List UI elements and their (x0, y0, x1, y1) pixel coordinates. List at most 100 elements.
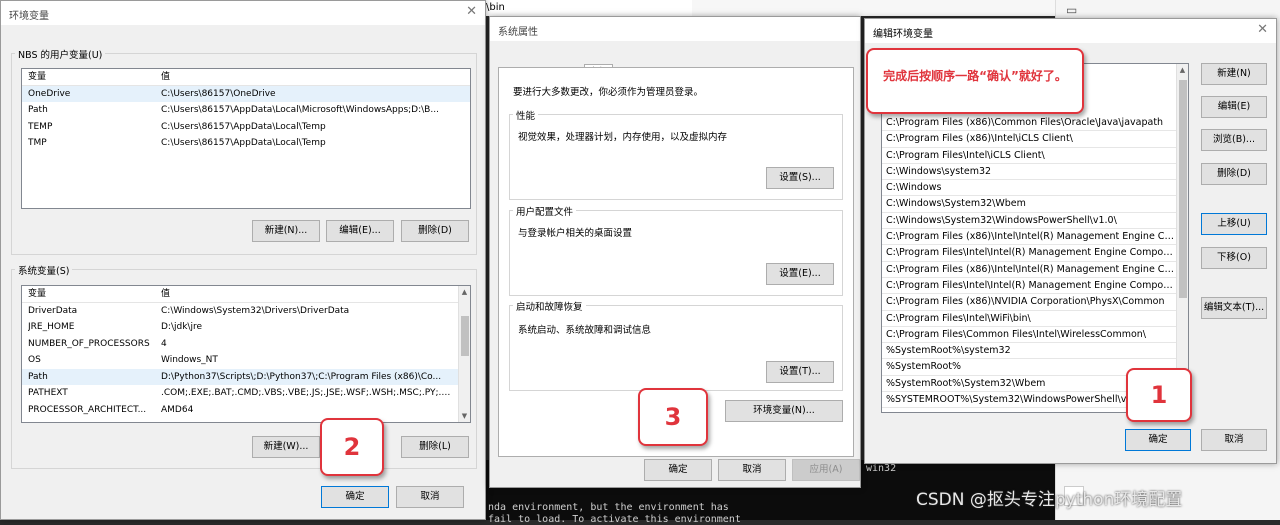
list-item[interactable]: C:\Program Files\Intel\Intel(R) Manageme… (882, 278, 1176, 295)
list-item[interactable]: C:\Program Files (x86)\Intel\iCLS Client… (882, 131, 1176, 148)
table-row[interactable]: DriverData C:\Windows\System32\Drivers\Dr… (22, 303, 470, 320)
group-label: 性能 (513, 108, 539, 122)
sysprop-cancel-button[interactable]: 取消 (718, 459, 786, 481)
performance-settings-button[interactable]: 设置(S)... (766, 167, 834, 189)
env-ok-button[interactable]: 确定 (321, 486, 389, 508)
startup-recovery-group: 启动和故障恢复 系统启动、系统故障和调试信息 设置(T)... (509, 299, 843, 391)
move-down-button[interactable]: 下移(O) (1201, 247, 1267, 269)
watermark: CSDN @抠头专注python环境配置 (916, 490, 1183, 510)
startup-settings-button[interactable]: 设置(T)... (766, 361, 834, 383)
new-user-var-button[interactable]: 新建(N)... (252, 220, 320, 242)
list-item[interactable]: C:\Program Files (x86)\NVIDIA Corporatio… (882, 294, 1176, 311)
column-header-value[interactable]: 值 (161, 286, 451, 303)
profile-settings-button[interactable]: 设置(E)... (766, 263, 834, 285)
env-vars-window: 环境变量 ✕ NBS 的用户变量(U) 变量 值 OneDrive C:\User… (0, 0, 486, 520)
var-name: OS (28, 355, 41, 365)
new-path-button[interactable]: 新建(N) (1201, 63, 1267, 85)
list-item[interactable]: C:\Program Files\Intel\iCLS Client\ (882, 148, 1176, 164)
user-profile-group: 用户配置文件 与登录帐户相关的桌面设置 设置(E)... (509, 204, 843, 296)
user-vars-list[interactable]: 变量 值 OneDrive C:\Users\86157\OneDrive Path… (21, 68, 471, 209)
close-icon[interactable]: ✕ (466, 4, 477, 19)
var-value: .COM;.EXE;.BAT;.CMD;.VBS;.VBE;.JS;.JSE;.… (161, 388, 451, 398)
edit-user-var-button[interactable]: 编辑(E)... (326, 220, 394, 242)
table-row[interactable]: Path C:\Users\86157\AppData\Local\Microso… (22, 102, 470, 119)
path-list[interactable]: C:\Program Files (x86)\Common Files\Orac… (881, 63, 1189, 413)
background-path-text: \bin (486, 2, 505, 13)
var-name: TEMP (28, 121, 53, 132)
list-item[interactable]: C:\Windows (882, 180, 1176, 197)
edit-cancel-button[interactable]: 取消 (1201, 429, 1267, 451)
var-value: C:\Users\86157\AppData\Local\Microsoft\W… (161, 105, 439, 115)
group-label: 启动和故障恢复 (513, 299, 586, 313)
column-header-value[interactable]: 值 (161, 69, 461, 86)
group-description: 视觉效果，处理器计划，内存使用，以及虚拟内存 (518, 132, 728, 143)
list-item[interactable]: C:\Program Files\Common Files\Intel\Wire… (882, 327, 1176, 344)
var-value: C:\Users\86157\AppData\Local\Temp (161, 121, 326, 132)
vertical-scrollbar[interactable]: ▲ ▼ (458, 286, 470, 422)
environment-variables-button[interactable]: 环境变量(N)... (725, 400, 843, 422)
sysprop-ok-button[interactable]: 确定 (644, 459, 712, 481)
delete-user-var-button[interactable]: 删除(D) (401, 220, 469, 242)
new-system-var-button[interactable]: 新建(W)... (252, 436, 320, 458)
var-name: OneDrive (28, 88, 71, 99)
edit-path-button[interactable]: 编辑(E) (1201, 96, 1267, 118)
group-label: NBS 的用户变量(U) (15, 47, 106, 61)
table-row[interactable]: OS Windows_NT (22, 352, 470, 369)
delete-path-button[interactable]: 删除(D) (1201, 163, 1267, 185)
move-up-button[interactable]: 上移(U) (1201, 213, 1267, 235)
list-item[interactable]: C:\Program Files (x86)\Intel\Intel(R) Ma… (882, 229, 1176, 246)
list-header: 变量 值 (22, 286, 470, 303)
list-item[interactable]: C:\Program Files (x86)\Common Files\Orac… (882, 115, 1176, 132)
user-vars-group: NBS 的用户变量(U) 变量 值 OneDrive C:\Users\86157… (11, 47, 477, 255)
table-row[interactable]: OneDrive C:\Users\86157\OneDrive (22, 85, 470, 102)
scroll-down-icon[interactable]: ▼ (459, 412, 470, 420)
scrollbar-thumb[interactable] (461, 316, 469, 356)
list-item[interactable]: C:\Program Files\Intel\WiFi\bin\ (882, 311, 1176, 327)
table-row[interactable]: PROCESSOR_ARCHITECT... AMD64 (22, 402, 470, 419)
scroll-up-icon[interactable]: ▲ (459, 288, 470, 296)
admin-note: 要进行大多数更改，你必须作为管理员登录。 (513, 87, 704, 98)
var-name: PROCESSOR_ARCHITECT... (28, 404, 147, 415)
var-value: 4 (161, 338, 167, 349)
group-label: 系统变量(S) (15, 263, 73, 277)
env-cancel-button[interactable]: 取消 (396, 486, 464, 508)
list-item[interactable]: %SystemRoot%\system32 (882, 343, 1176, 360)
var-name: Path (28, 105, 48, 115)
sysprop-apply-button[interactable]: 应用(A) (792, 459, 860, 481)
list-item[interactable]: C:\Program Files\Intel\Intel(R) Manageme… (882, 245, 1176, 262)
browse-button[interactable]: 浏览(B)... (1201, 129, 1267, 151)
var-value: D:\Python37\Scripts\;D:\Python37\;C:\Pro… (161, 371, 442, 382)
edit-text-button[interactable]: 编辑文本(T)... (1201, 297, 1267, 319)
group-description: 与登录帐户相关的桌面设置 (518, 228, 633, 239)
var-value: C:\Users\86157\AppData\Local\Temp (161, 138, 326, 148)
list-item[interactable]: C:\Windows\System32\Wbem (882, 196, 1176, 213)
var-value: C:\Users\86157\OneDrive (161, 88, 276, 99)
column-header-variable[interactable]: 变量 (28, 69, 148, 86)
table-row[interactable]: JRE_HOME D:\jdk\jre (22, 319, 470, 336)
close-icon[interactable]: ✕ (1257, 22, 1268, 37)
var-name: PATHEXT (28, 388, 68, 398)
table-row[interactable]: NUMBER_OF_PROCESSORS 4 (22, 336, 470, 353)
group-label: 用户配置文件 (513, 204, 577, 218)
chat-icon[interactable]: ▭ (1066, 3, 1077, 17)
delete-system-var-button[interactable]: 删除(L) (401, 436, 469, 458)
step-1-badge: 1 (1126, 368, 1192, 422)
scroll-up-icon[interactable]: ▲ (1177, 66, 1188, 74)
var-name: Path (28, 371, 48, 382)
terminal-line: nda environment, but the environment has (488, 502, 729, 513)
var-value: AMD64 (161, 404, 194, 415)
system-vars-group: 系统变量(S) 变量 值 DriverData C:\Windows\System… (11, 263, 477, 469)
var-value: D:\jdk\jre (161, 322, 202, 332)
list-item[interactable]: C:\Windows\system32 (882, 164, 1176, 181)
scrollbar-thumb[interactable] (1179, 80, 1187, 298)
edit-ok-button[interactable]: 确定 (1125, 429, 1191, 451)
table-row[interactable]: TMP C:\Users\86157\AppData\Local\Temp (22, 135, 470, 152)
list-item[interactable]: C:\Program Files (x86)\Intel\Intel(R) Ma… (882, 262, 1176, 278)
table-row[interactable]: TEMP C:\Users\86157\AppData\Local\Temp (22, 119, 470, 136)
column-header-variable[interactable]: 变量 (28, 286, 148, 303)
table-row[interactable]: PATHEXT .COM;.EXE;.BAT;.CMD;.VBS;.VBE;.JS… (22, 385, 470, 402)
vertical-scrollbar[interactable]: ▲ ▼ (1176, 64, 1188, 412)
list-item[interactable]: C:\Windows\System32\WindowsPowerShell\v1… (882, 213, 1176, 230)
table-row[interactable]: Path D:\Python37\Scripts\;D:\Python37\;C:… (22, 368, 470, 385)
system-vars-list[interactable]: 变量 值 DriverData C:\Windows\System32\Drive… (21, 285, 471, 423)
